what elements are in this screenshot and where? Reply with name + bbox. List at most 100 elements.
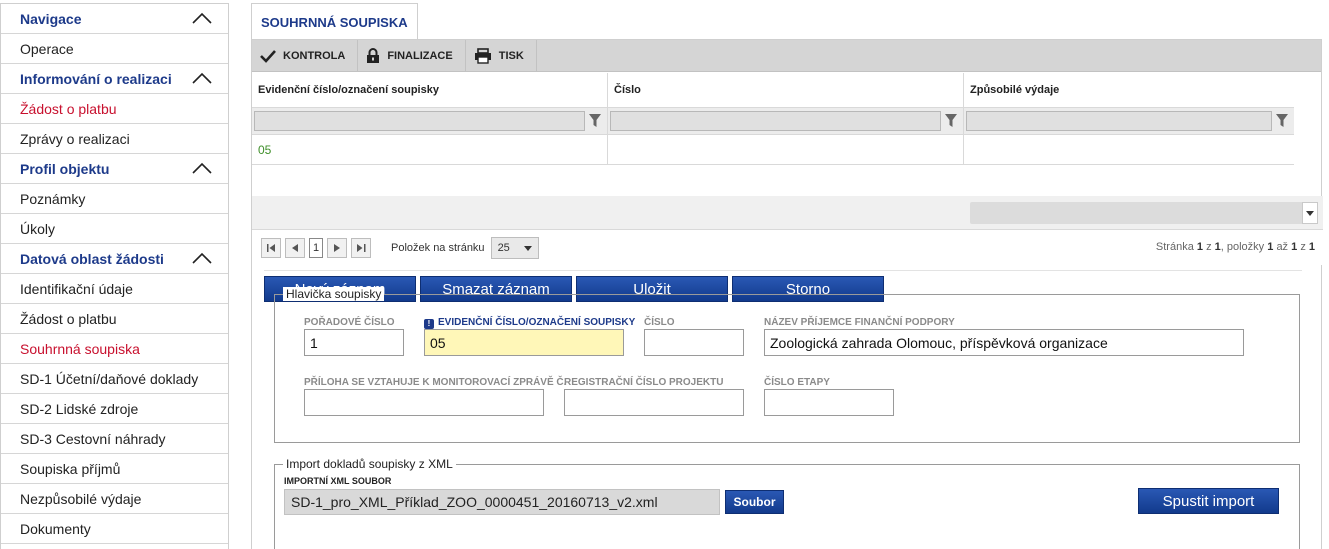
pager-info-text: až [1276, 241, 1289, 253]
filter-icon[interactable] [941, 111, 961, 131]
priloha-label: PŘÍLOHA SE VZTAHUJE K MONITOROVACÍ ZPRÁV… [304, 377, 567, 388]
sidebar-item[interactable]: Zprávy o realizaci [1, 124, 228, 154]
sidebar-item[interactable]: Žádost o platbu [1, 304, 228, 334]
sidebar-item-label: Profil objektu [20, 160, 110, 177]
chevron-up-icon[interactable] [192, 12, 212, 24]
tisk-label: TISK [498, 49, 524, 62]
header-fieldset-legend: Hlavička soupisky [283, 287, 385, 301]
run-import-button[interactable]: Spustit import [1138, 488, 1279, 514]
kontrola-button[interactable]: KONTROLA [252, 39, 359, 72]
table-row[interactable]: 05 [252, 135, 1294, 165]
pager-info-text: Stránka [1155, 241, 1194, 253]
sidebar-item[interactable]: Žádost o platbu [1, 94, 228, 124]
lock-icon [367, 47, 380, 63]
evidencni-cislo-field[interactable]: 05 [424, 329, 624, 356]
cislo-field[interactable] [644, 329, 744, 356]
file-browse-button[interactable]: Soubor [725, 490, 784, 514]
content-panel: KONTROLA FINALIZACE TISK Evidenční číslo… [251, 39, 1323, 549]
table-cell [964, 135, 1294, 164]
table-cell: 05 [252, 135, 608, 164]
sidebar-item[interactable]: Soupiska příjmů [1, 454, 228, 484]
sidebar-item-label: SD-1 Účetní/daňové doklady [20, 370, 199, 387]
priloha-field[interactable] [304, 389, 544, 416]
main-content: SOUHRNNÁ SOUPISKA KONTROLA FINALIZACE TI… [249, 3, 1323, 549]
chevron-down-icon [523, 245, 532, 251]
prev-page-button[interactable] [285, 237, 305, 258]
filter-input-evidencni[interactable] [254, 111, 585, 131]
cislo-etapy-field[interactable] [764, 389, 894, 416]
sidebar-item[interactable]: SD-3 Cestovní náhrady [1, 424, 228, 454]
prijemce-label: NÁZEV PŘÍJEMCE FINANČNÍ PODPORY [764, 317, 955, 328]
finalizace-label: FINALIZACE [387, 49, 453, 62]
finalizace-button[interactable]: FINALIZACE [358, 39, 466, 72]
column-header-zpusobile-vydaje[interactable]: Způsobilé výdaje [964, 73, 1294, 107]
data-grid: Evidenční číslo/označení soupisky Číslo … [252, 73, 1294, 165]
sidebar-section-header[interactable]: Navigace [1, 4, 228, 34]
tab-souhrnna-soupiska[interactable]: SOUHRNNÁ SOUPISKA [251, 3, 418, 40]
filter-cell-zpusobile-vydaje [964, 108, 1294, 134]
pager-info-text: z [1206, 241, 1212, 253]
sidebar-item-label: Nezpůsobilé výdaje [20, 490, 142, 507]
filter-icon[interactable] [585, 111, 605, 131]
first-page-icon [266, 243, 275, 252]
sidebar-item[interactable]: Dokumenty [1, 514, 228, 544]
filter-input-zpusobile-vydaje[interactable] [966, 111, 1272, 131]
grid-filter-row [252, 108, 1294, 135]
sidebar-item[interactable]: Poznámky [1, 184, 228, 214]
sidebar-item[interactable]: SD-2 Lidské zdroje [1, 394, 228, 424]
printer-icon [474, 47, 491, 64]
sidebar-item-label: Navigace [20, 10, 82, 27]
chevron-down-icon[interactable] [1302, 202, 1318, 224]
sidebar-item[interactable]: Úkoly [1, 214, 228, 244]
sidebar-section-header[interactable]: Informování o realizaci [1, 64, 228, 94]
import-fieldset-legend: Import dokladů soupisky z XML [283, 457, 456, 471]
last-page-button[interactable] [351, 237, 371, 258]
kontrola-label: KONTROLA [283, 49, 346, 62]
per-page-select[interactable]: 25 [490, 236, 539, 259]
horizontal-scrollbar[interactable] [970, 202, 1318, 224]
pager-info-text: , položky [1220, 241, 1265, 253]
filter-cell-cislo [608, 108, 964, 134]
chevron-up-icon[interactable] [192, 252, 212, 264]
grid-scroll-area [252, 196, 1323, 230]
filter-input-cislo[interactable] [610, 111, 941, 131]
import-file-field[interactable]: SD-1_pro_XML_Příklad_ZOO_0000451_2016071… [284, 489, 720, 515]
chevron-up-icon[interactable] [192, 72, 212, 84]
registracni-cislo-label: REGISTRAČNÍ ČÍSLO PROJEKTU [564, 377, 724, 388]
current-page[interactable]: 1 [309, 237, 323, 258]
filter-icon[interactable] [1272, 111, 1292, 131]
poradove-cislo-field[interactable]: 1 [304, 329, 404, 356]
prijemce-field[interactable]: Zoologická zahrada Olomouc, příspěvková … [764, 329, 1244, 356]
sidebar-item-label: Dokumenty [20, 520, 91, 537]
tisk-button[interactable]: TISK [466, 39, 537, 72]
sidebar-item[interactable]: SD-1 Účetní/daňové doklady [1, 364, 228, 394]
sidebar-item[interactable]: Nezpůsobilé výdaje [1, 484, 228, 514]
evidencni-cislo-label-text: EVIDENČNÍ ČÍSLO/OZNAČENÍ SOUPISKY [438, 317, 636, 328]
pager-info-text: z [1300, 241, 1306, 253]
next-page-button[interactable] [327, 237, 347, 258]
sidebar-navigation: Navigace Operace Informování o realizaci Žá… [0, 3, 229, 549]
sidebar-item[interactable]: Souhrnná soupiska [1, 334, 228, 364]
sidebar-item[interactable]: Operace [1, 34, 228, 64]
grid-header-row: Evidenční číslo/označení soupisky Číslo … [252, 73, 1294, 108]
sidebar-item-label: Úkoly [20, 220, 56, 237]
sidebar-item[interactable]: Identifikační údaje [1, 274, 228, 304]
registracni-cislo-field[interactable] [564, 389, 744, 416]
first-page-button[interactable] [261, 237, 281, 258]
per-page-value: 25 [497, 241, 510, 254]
sidebar-item-label: Operace [20, 40, 74, 57]
header-fieldset: Hlavička soupisky POŘADOVÉ ČÍSLO 1 ! EVID… [274, 287, 1300, 443]
sidebar-item-label: Soupiska příjmů [20, 460, 121, 477]
per-page-label: Položek na stránku [391, 241, 485, 254]
column-header-cislo[interactable]: Číslo [608, 73, 964, 107]
filter-cell-evidencni [252, 108, 608, 134]
chevron-up-icon[interactable] [192, 162, 212, 174]
import-file-label: IMPORTNÍ XML SOUBOR [284, 476, 392, 486]
cislo-etapy-label: ČÍSLO ETAPY [764, 377, 830, 388]
chevron-right-icon [334, 243, 340, 252]
pager-info-number: 1 [1267, 241, 1274, 253]
column-header-evidencni[interactable]: Evidenční číslo/označení soupisky [252, 73, 608, 107]
sidebar-section-header[interactable]: Profil objektu [1, 154, 228, 184]
sidebar-section-header[interactable]: Datová oblast žádosti [1, 244, 228, 274]
pager-info-number: 1 [1308, 241, 1315, 253]
